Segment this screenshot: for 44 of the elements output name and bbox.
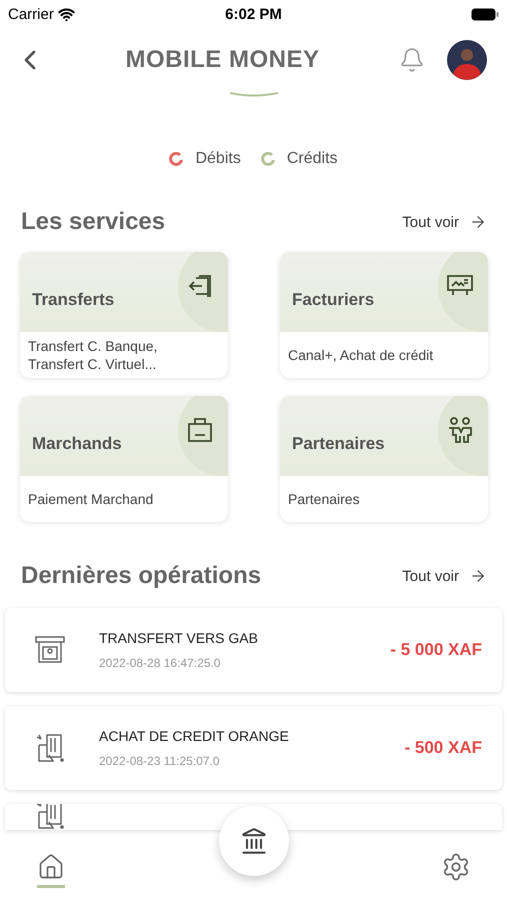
people-icon [446, 416, 474, 444]
section-title: Dernières opérations [21, 562, 262, 590]
page-title: MOBILE MONEY [124, 46, 320, 74]
service-card[interactable]: Facturiers Canal+, Achat de crédit [280, 252, 488, 378]
wifi-icon [58, 6, 75, 22]
legend-label: Crédits [286, 150, 338, 168]
service-title: Facturiers [292, 290, 374, 310]
service-card[interactable]: Partenaires Partenaires [280, 396, 488, 522]
bank-icon [240, 827, 268, 855]
service-title: Transferts [32, 290, 114, 310]
briefcase-icon [186, 416, 214, 444]
exit-arrow-icon [186, 272, 214, 300]
battery-icon [470, 8, 499, 20]
operation-date: 2022-08-23 11:25:07.0 [99, 754, 221, 768]
service-description: Partenaires [288, 490, 360, 508]
service-card[interactable]: Transferts Transfert C. Banque, Transfert C. Virtuel... [20, 252, 228, 378]
chart-arc [228, 92, 278, 98]
legend-label: Débits [195, 150, 241, 168]
operation-amount: - 5 000 XAF [390, 640, 482, 660]
phone-card-icon [35, 804, 65, 830]
see-all-link[interactable]: Tout voir [402, 213, 487, 231]
see-all-link[interactable]: Tout voir [402, 567, 487, 585]
service-description: Transfert C. Banque, Transfert C. Virtuel... [28, 337, 158, 373]
status-time: 6:02 PM [225, 6, 282, 22]
bell-icon[interactable] [399, 47, 425, 73]
service-description: Paiement Marchand [28, 490, 154, 508]
service-title: Marchands [32, 434, 122, 454]
operation-card[interactable]: TRANSFERT VERS GAB 2022-08-28 16:47:25.0 - 5 000 XAF [5, 608, 502, 692]
phone-card-icon [35, 733, 65, 763]
section-title: Les services [21, 208, 166, 236]
operation-amount: - 500 XAF [404, 738, 482, 758]
home-tab[interactable] [37, 852, 65, 888]
service-description: Canal+, Achat de crédit [288, 346, 434, 364]
service-title: Partenaires [292, 434, 385, 454]
carrier-name: Carrier [8, 6, 54, 22]
operation-label: ACHAT DE CREDIT ORANGE [99, 728, 290, 744]
avatar[interactable] [447, 40, 487, 80]
operation-card[interactable]: ACHAT DE CREDIT ORANGE 2022-08-23 11:25:07.0 - 500 XAF [5, 706, 502, 790]
operation-date: 2022-08-28 16:47:25.0 [99, 656, 222, 670]
home-icon [37, 852, 65, 880]
atm-icon [35, 635, 65, 665]
service-card[interactable]: Marchands Paiement Marchand [20, 396, 228, 522]
operation-label: TRANSFERT VERS GAB [99, 630, 259, 646]
settings-icon [441, 852, 471, 882]
